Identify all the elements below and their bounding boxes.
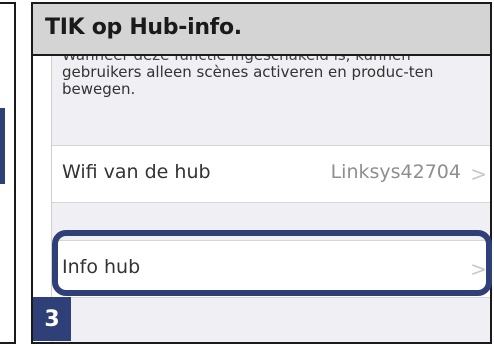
feature-description: gebruikers alleen scènes activeren en pr… [62, 63, 434, 98]
instruction-title: TIK op Hub-info. [45, 15, 242, 40]
app-settings-screen: Wanneer deze functie ingeschakeld is, ku… [51, 56, 490, 342]
step-number-badge: 3 [33, 297, 71, 341]
instruction-header: TIK op Hub-info. [33, 4, 490, 56]
adjacent-highlight-edge [0, 108, 5, 184]
chevron-right-icon: > [470, 162, 487, 186]
wifi-network-value: Linksys42704 [330, 161, 461, 183]
highlight-callout-box [52, 230, 492, 296]
wifi-hub-label: Wifi van de hub [62, 161, 211, 183]
wifi-hub-row[interactable]: Wifi van de hub Linksys42704 > [52, 145, 490, 203]
